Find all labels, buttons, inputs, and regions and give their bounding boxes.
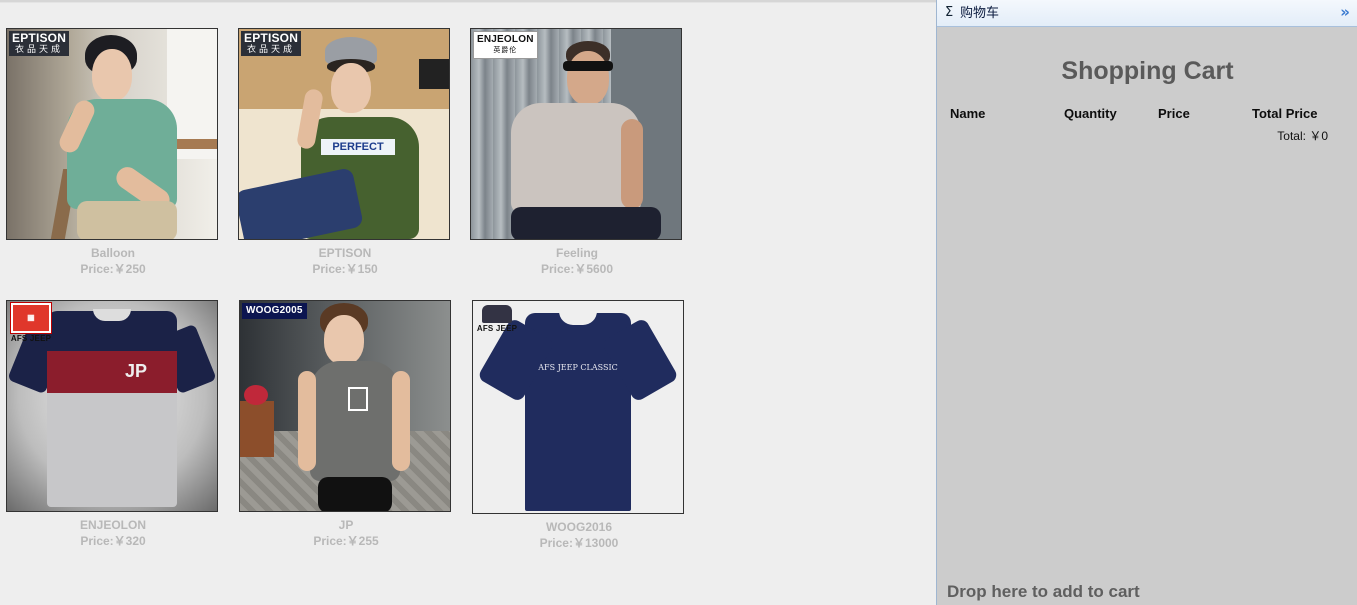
cart-total: Total: ￥0 bbox=[1277, 129, 1328, 143]
product-name: Feeling bbox=[555, 246, 598, 260]
product-photo: PERFECT bbox=[239, 29, 449, 239]
shirt-print: AFS JEEP CLASSIC bbox=[538, 363, 618, 372]
panel-title: 购物车 bbox=[960, 6, 1000, 21]
sunglasses bbox=[563, 61, 613, 71]
cart-table-header: Name Quantity Price Total Price bbox=[950, 106, 1346, 122]
product-image[interactable]: ENJEOLON 英爵伦 bbox=[470, 28, 682, 240]
column-quantity: Quantity bbox=[1064, 106, 1117, 121]
product-image[interactable]: WOOG2005 bbox=[239, 300, 451, 512]
product-photo bbox=[471, 29, 681, 239]
double-chevron-right-icon[interactable]: » bbox=[1340, 3, 1350, 21]
cart-title: Shopping Cart bbox=[1061, 57, 1234, 85]
product-image[interactable]: EPTISON 衣品天成 bbox=[6, 28, 218, 240]
brand-logo: EPTISON 衣品天成 bbox=[9, 31, 70, 56]
product-item-balloon[interactable]: EPTISON 衣品天成 Balloon Price:￥250 bbox=[6, 28, 220, 278]
cart-panel-header: Σ 购物车 » bbox=[937, 0, 1357, 27]
cart-panel[interactable]: Σ 购物车 » Shopping Cart Name Quantity Pric… bbox=[936, 0, 1357, 605]
shirt-pocket bbox=[348, 387, 368, 411]
drop-zone-hint: Drop here to add to cart bbox=[947, 582, 1140, 601]
product-item-enjeolon[interactable]: JP ▦ AFS JEEP ENJEOLON Price:￥320 bbox=[6, 300, 220, 550]
product-name: Balloon bbox=[91, 246, 135, 260]
product-name: EPTISON bbox=[318, 246, 372, 260]
product-price: Price:￥320 bbox=[80, 534, 146, 548]
product-item-feeling[interactable]: ENJEOLON 英爵伦 Feeling Price:￥5600 bbox=[470, 28, 684, 278]
product-price: Price:￥250 bbox=[80, 262, 146, 276]
brand-logo: EPTISON 衣品天成 bbox=[241, 31, 302, 56]
product-item-jp[interactable]: WOOG2005 JP Price:￥255 bbox=[239, 300, 453, 550]
product-image[interactable]: PERFECT EPTISON 衣品天成 bbox=[238, 28, 450, 240]
sigma-icon: Σ bbox=[945, 5, 954, 20]
product-price: Price:￥255 bbox=[313, 534, 379, 548]
product-name: JP bbox=[338, 518, 354, 532]
shirt-print: JP bbox=[125, 361, 148, 381]
product-image[interactable]: AFS JEEP CLASSIC AFS JEEP bbox=[472, 300, 684, 514]
shirt-print: PERFECT bbox=[321, 139, 395, 155]
column-price: Price bbox=[1158, 106, 1190, 121]
product-price: Price:￥150 bbox=[312, 262, 378, 276]
top-border bbox=[0, 0, 937, 3]
column-name: Name bbox=[950, 106, 986, 121]
product-item-eptison[interactable]: PERFECT EPTISON 衣品天成 EPTISON Price:￥150 bbox=[238, 28, 452, 278]
product-image[interactable]: JP ▦ AFS JEEP bbox=[6, 300, 218, 512]
cart-table: Name Quantity Price Total Price bbox=[950, 106, 1346, 122]
product-name: WOOG2016 bbox=[545, 520, 613, 534]
product-item-woog2016[interactable]: AFS JEEP CLASSIC AFS JEEP WOOG2016 Price… bbox=[472, 300, 686, 552]
product-price: Price:￥5600 bbox=[540, 262, 614, 276]
product-price: Price:￥13000 bbox=[539, 536, 619, 550]
brand-logo: ENJEOLON 英爵伦 bbox=[473, 31, 538, 59]
product-photo bbox=[240, 301, 450, 511]
brand-logo: WOOG2005 bbox=[242, 303, 307, 319]
product-photo bbox=[7, 29, 217, 239]
column-total-price: Total Price bbox=[1252, 106, 1318, 121]
brand-logo: AFS JEEP bbox=[475, 303, 519, 333]
brand-logo: ▦ AFS JEEP bbox=[9, 302, 53, 343]
product-name: ENJEOLON bbox=[79, 518, 146, 532]
